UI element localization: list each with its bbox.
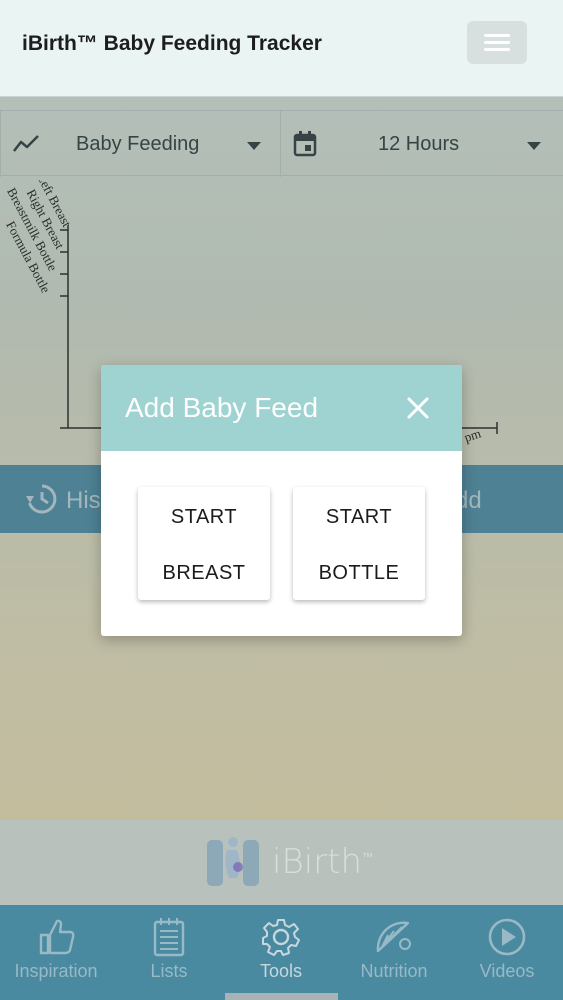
nav-item-inspiration[interactable]: Inspiration xyxy=(0,905,112,1000)
gear-icon xyxy=(262,919,300,956)
close-icon[interactable] xyxy=(402,392,434,424)
page-title: iBirth™ Baby Feeding Tracker xyxy=(22,32,322,55)
nav-item-nutrition[interactable]: Nutrition xyxy=(338,905,450,1000)
dialog-header: Add Baby Feed xyxy=(101,365,462,451)
ibirth-logo-icon xyxy=(207,837,259,886)
dialog-title: Add Baby Feed xyxy=(125,392,319,423)
thumbs-up-icon xyxy=(39,919,75,955)
notepad-icon xyxy=(153,918,185,957)
brand-footer: iBirth™ xyxy=(0,820,563,905)
app-header: iBirth™ Baby Feeding Tracker xyxy=(0,0,563,97)
nav-item-videos[interactable]: Videos xyxy=(451,905,563,1000)
add-feed-dialog: Add Baby Feed START BREAST START BOTTLE xyxy=(101,365,462,636)
menu-button[interactable] xyxy=(467,21,527,64)
nav-item-tools[interactable]: Tools xyxy=(225,905,337,1000)
active-tab-indicator xyxy=(225,993,338,1000)
bottom-nav: Inspiration Lists Tools Nutrition Videos xyxy=(0,905,563,1000)
start-breast-button[interactable]: START BREAST xyxy=(138,487,270,600)
citrus-icon xyxy=(376,921,411,953)
nav-item-lists[interactable]: Lists xyxy=(113,905,225,1000)
brand-name: iBirth™ xyxy=(272,842,374,882)
play-icon xyxy=(488,918,526,956)
start-bottle-button[interactable]: START BOTTLE xyxy=(293,487,425,600)
